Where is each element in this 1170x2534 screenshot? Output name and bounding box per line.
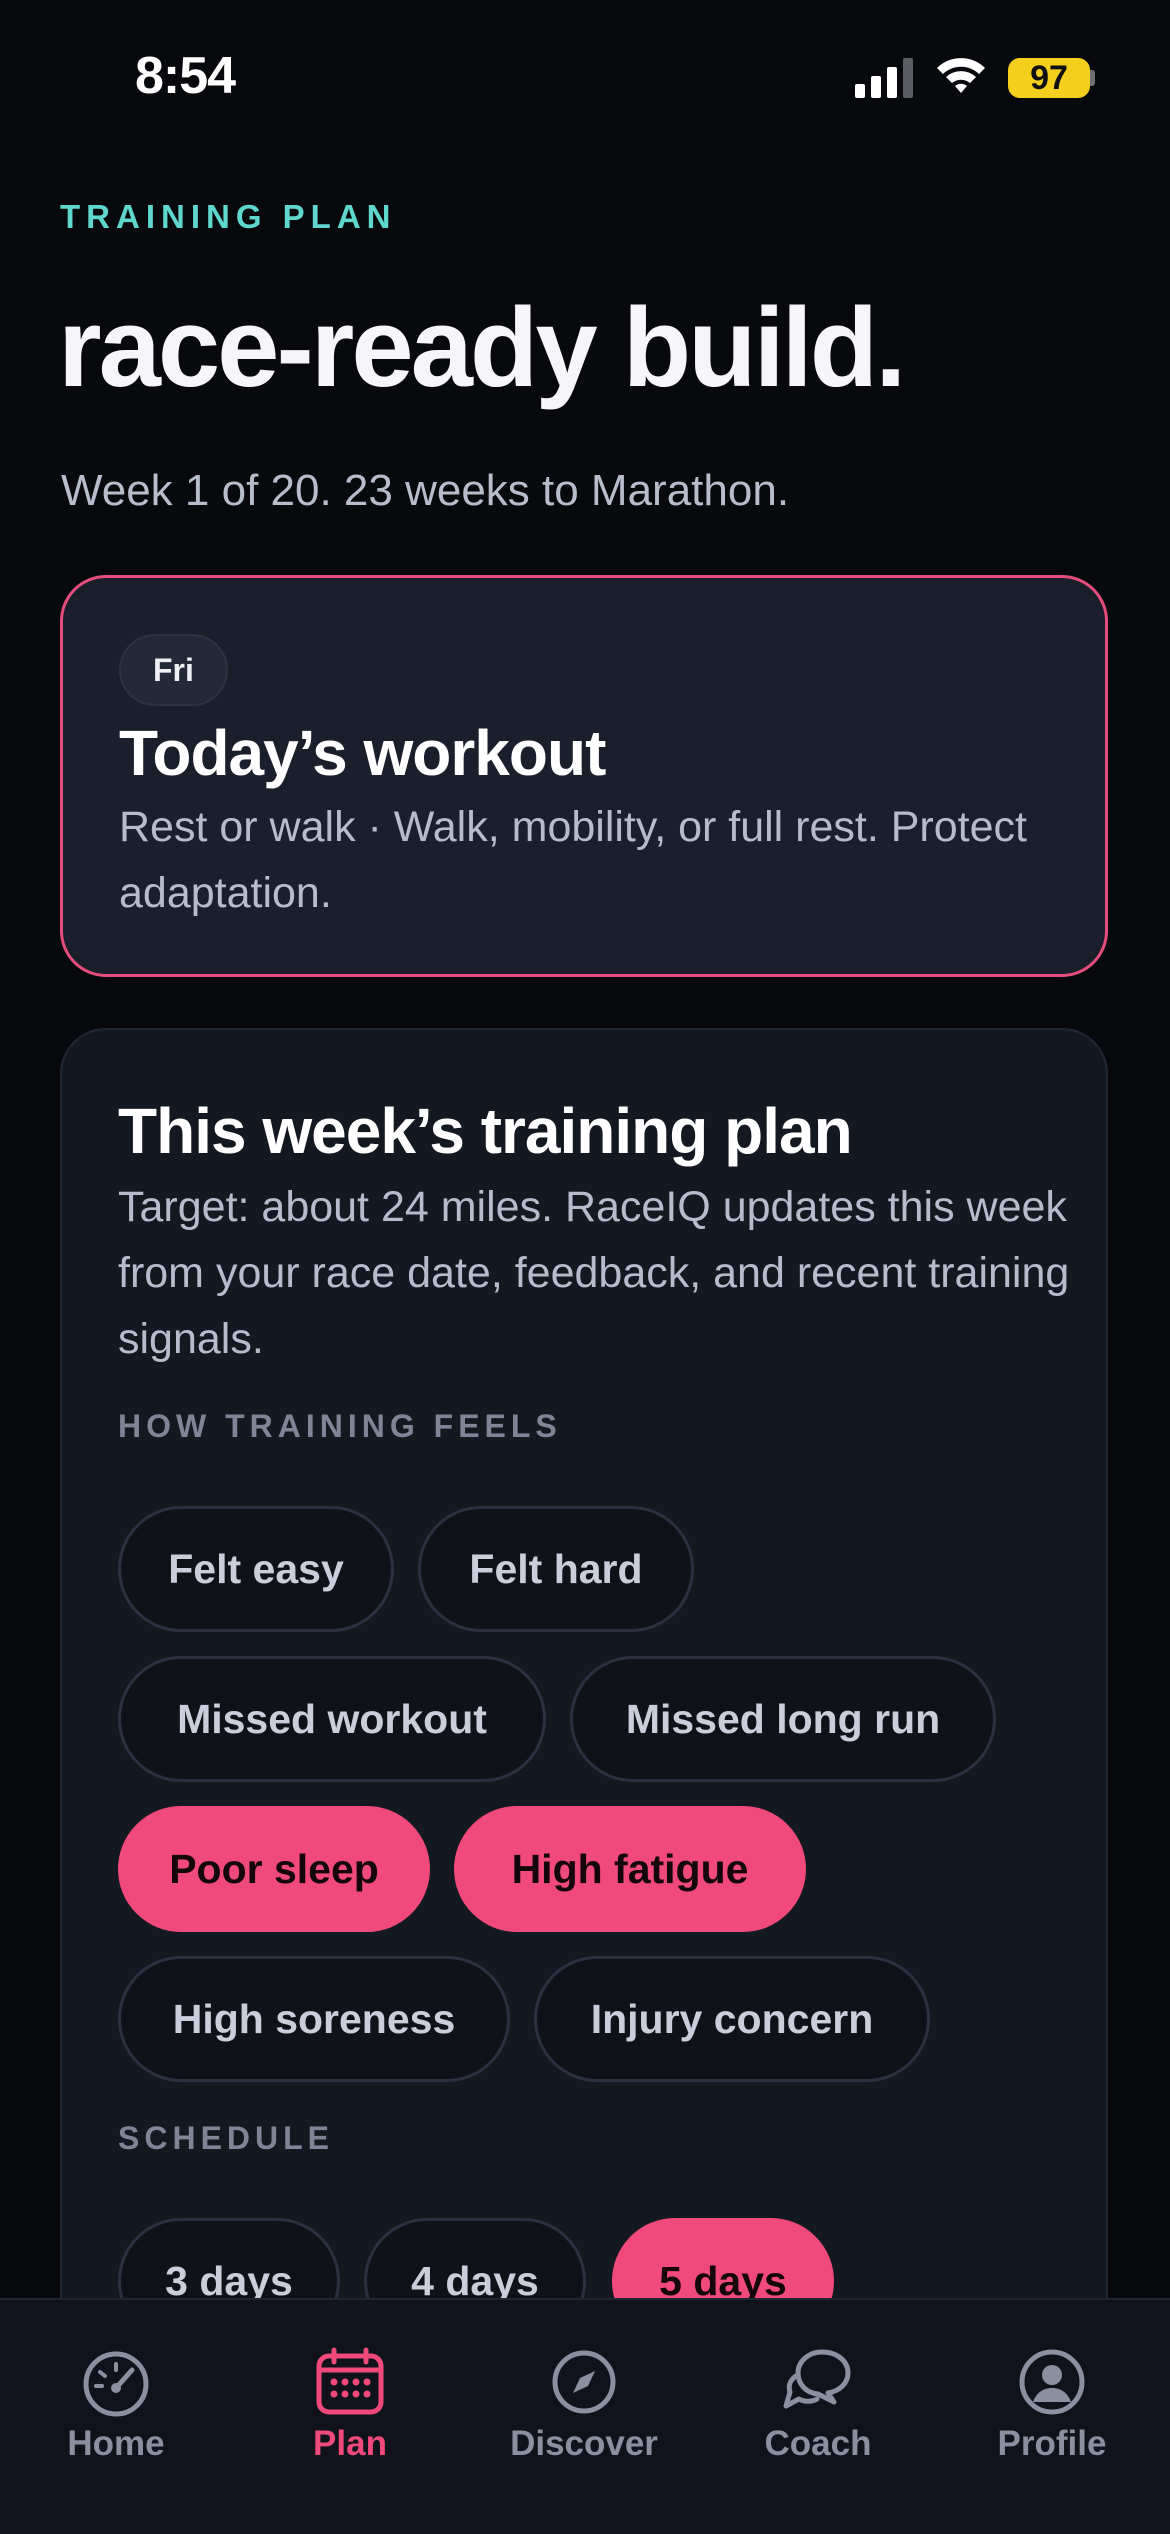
- status-bar: 8:54 97: [0, 0, 1170, 160]
- compass-icon: [552, 2350, 616, 2414]
- day-badge: Fri: [119, 634, 228, 706]
- page-title: race-ready build.: [58, 285, 906, 410]
- calendar-icon: [316, 2347, 384, 2415]
- tab-coach-label: Coach: [764, 2424, 872, 2463]
- chip-injury-concern[interactable]: Injury concern: [534, 1956, 930, 2082]
- tab-discover-label: Discover: [510, 2424, 658, 2463]
- weekly-plan-card: This week’s training plan Target: about …: [60, 1028, 1108, 2428]
- tab-home[interactable]: Home: [16, 2346, 216, 2486]
- tab-plan[interactable]: Plan: [250, 2346, 450, 2486]
- how-training-feels-label: HOW TRAINING FEELS: [118, 1408, 562, 1444]
- tab-discover[interactable]: Discover: [484, 2346, 684, 2486]
- today-workout-title: Today’s workout: [119, 717, 606, 789]
- tab-coach[interactable]: Coach: [718, 2346, 918, 2486]
- cellular-signal-icon: [855, 58, 913, 98]
- eyebrow-label: TRAINING PLAN: [60, 198, 397, 235]
- weekly-plan-description: Target: about 24 miles. RaceIQ updates t…: [118, 1183, 1070, 1363]
- chip-missed-long-run[interactable]: Missed long run: [570, 1656, 996, 1782]
- battery-tip: [1090, 70, 1095, 86]
- chip-missed-workout[interactable]: Missed workout: [118, 1656, 546, 1782]
- tab-home-label: Home: [67, 2424, 165, 2463]
- page-subtitle: Week 1 of 20. 23 weeks to Marathon.: [61, 466, 790, 515]
- chip-high-soreness[interactable]: High soreness: [118, 1956, 510, 2082]
- today-workout-card[interactable]: Fri Today’s workout Rest or walk · Walk,…: [60, 575, 1108, 977]
- battery-icon: 97: [1008, 58, 1090, 98]
- chip-poor-sleep[interactable]: Poor sleep: [118, 1806, 430, 1932]
- today-workout-description: Rest or walk · Walk, mobility, or full r…: [119, 803, 1027, 917]
- tab-plan-label: Plan: [313, 2424, 387, 2463]
- gauge-icon: [83, 2351, 149, 2417]
- tab-profile[interactable]: Profile: [952, 2346, 1152, 2486]
- chat-bubbles-icon: [783, 2349, 851, 2409]
- chip-felt-easy[interactable]: Felt easy: [118, 1506, 394, 1632]
- person-circle-icon: [1019, 2349, 1085, 2415]
- chip-felt-hard[interactable]: Felt hard: [418, 1506, 694, 1632]
- status-time: 8:54: [135, 47, 236, 105]
- bottom-tab-bar: Home Plan Discover Coach Profile: [0, 2298, 1170, 2534]
- wifi-icon: [937, 58, 985, 93]
- schedule-label: SCHEDULE: [118, 2120, 335, 2156]
- weekly-plan-title: This week’s training plan: [118, 1095, 853, 1167]
- chip-high-fatigue[interactable]: High fatigue: [454, 1806, 806, 1932]
- tab-profile-label: Profile: [997, 2424, 1107, 2463]
